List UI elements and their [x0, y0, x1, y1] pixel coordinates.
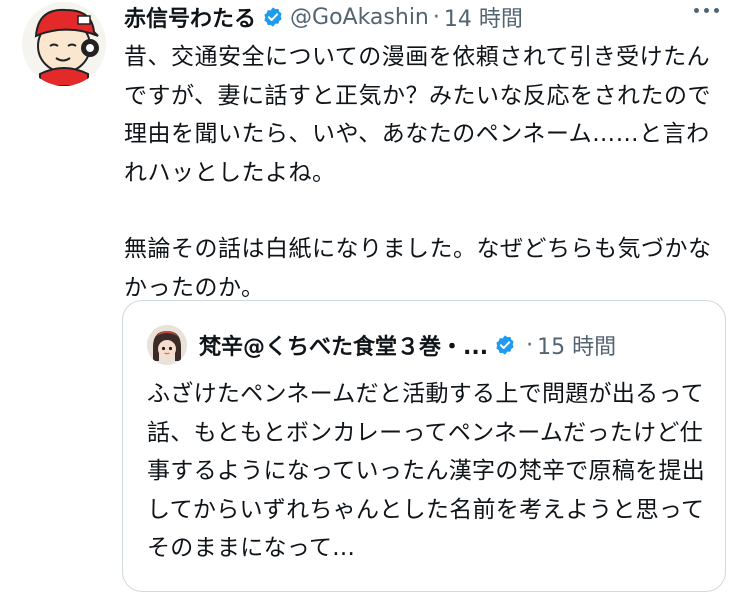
- quoted-tweet-text: ふざけたペンネームだと活動する上で問題が出るって話、もともとボンカレーってペンネ…: [147, 381, 706, 561]
- tweet-timestamp[interactable]: 14 時間: [444, 1, 523, 33]
- quoted-tweet-timestamp: 15 時間: [537, 335, 617, 360]
- quoted-author-avatar: [147, 325, 187, 365]
- separator-dot: ·: [526, 332, 534, 358]
- author-handle[interactable]: @GoAkashin: [290, 5, 429, 30]
- tweet-paragraph-1: 昔、交通安全についての漫画を依頼されて引き受けたんですが、妻に話すと正気か？みた…: [124, 44, 712, 186]
- verified-badge-icon: [494, 334, 516, 356]
- author-avatar[interactable]: [22, 2, 106, 86]
- verified-badge-icon: [262, 6, 284, 28]
- quoted-tweet-card[interactable]: 梵辛@くちべた食堂３巻・... · 15 時間 ふざけたペンネームだと活動する上…: [122, 300, 726, 592]
- tweet-paragraph-2: 無論その話は白紙になりました。なぜどちらも気づかなかったのか。: [124, 236, 712, 301]
- more-options-icon[interactable]: [694, 8, 719, 13]
- quoted-author-name: 梵辛@くちべた食堂３巻・...: [199, 335, 489, 360]
- separator-dot: ·: [432, 4, 440, 30]
- quoted-tweet-header: 梵辛@くちべた食堂３巻・... · 15 時間: [147, 323, 707, 367]
- tweet-text: 昔、交通安全についての漫画を依頼されて引き受けたんですが、妻に話すと正気か？みた…: [124, 38, 724, 307]
- tweet-header: 赤信号わたる @GoAkashin · 14 時間: [124, 0, 734, 34]
- author-name[interactable]: 赤信号わたる: [124, 1, 256, 33]
